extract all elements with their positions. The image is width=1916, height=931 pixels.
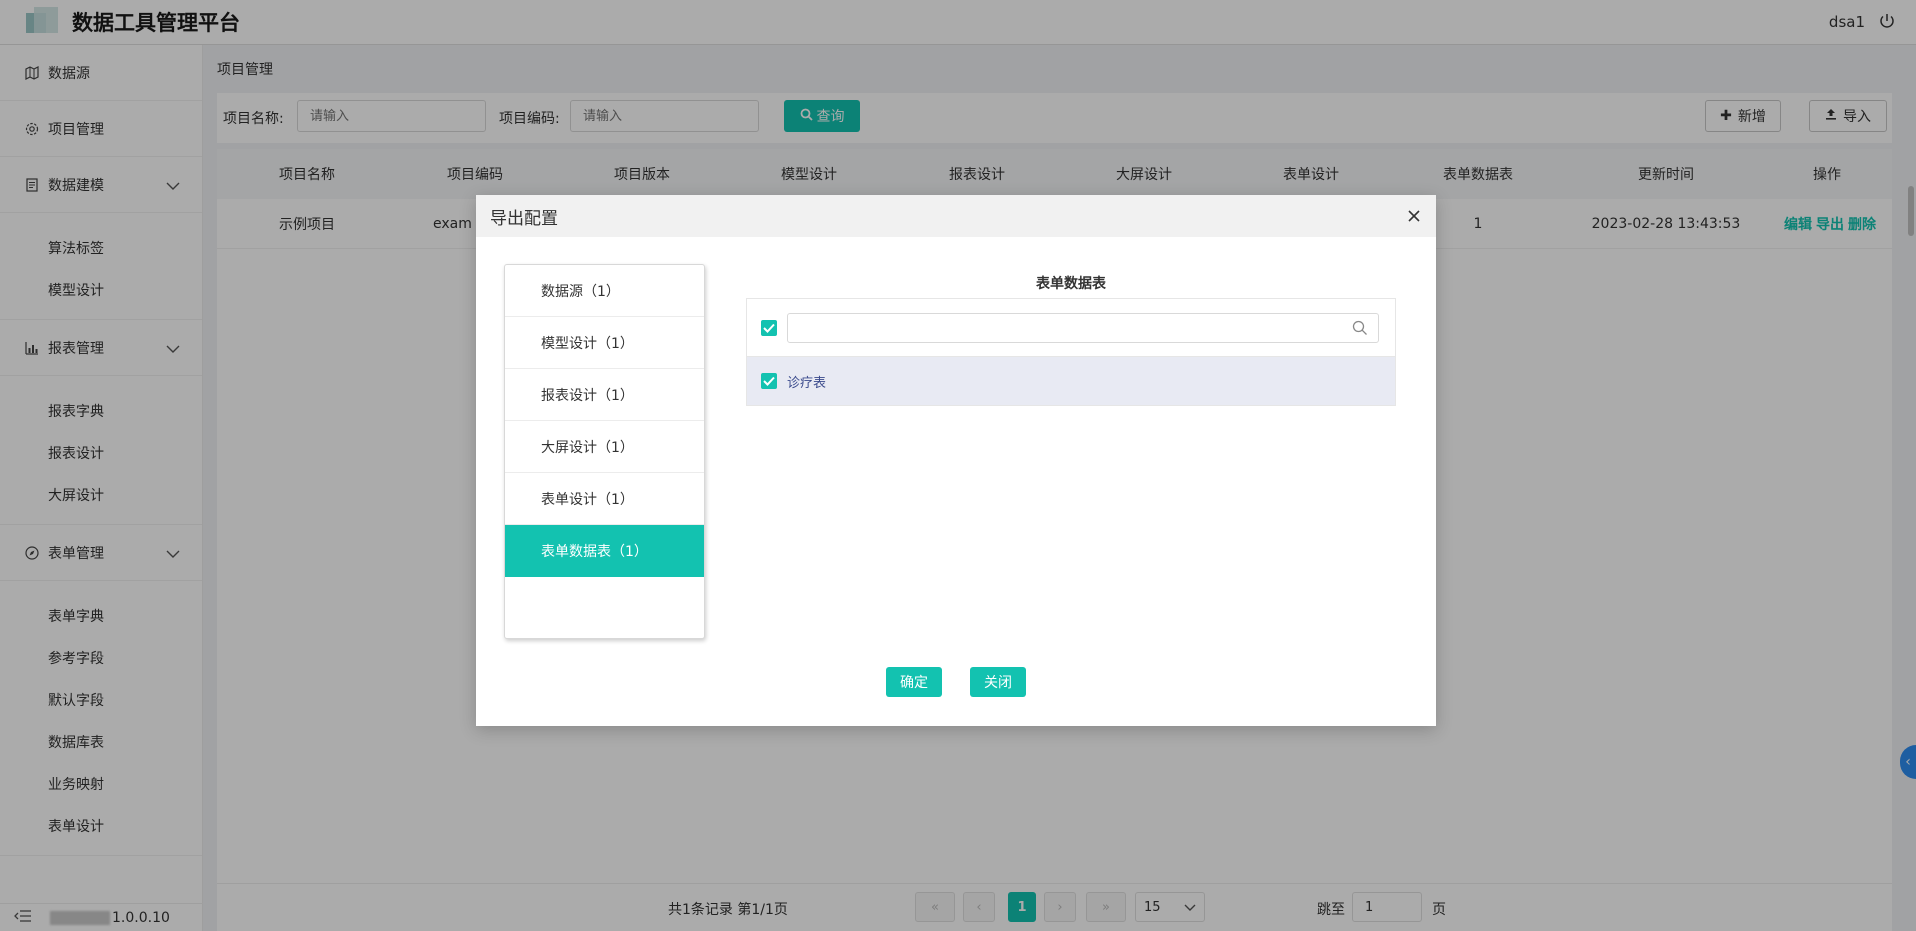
panel-title: 表单数据表: [1036, 276, 1106, 292]
export-config-dialog: 导出配置 数据源（1） 模型设计（1） 报表设计（1） 大屏设计（1） 表单设计…: [476, 195, 1436, 726]
export-category-list: 数据源（1） 模型设计（1） 报表设计（1） 大屏设计（1） 表单设计（1） 表…: [504, 264, 705, 639]
category-datasource[interactable]: 数据源（1）: [505, 265, 704, 317]
close-icon[interactable]: [1402, 204, 1426, 228]
category-report-design[interactable]: 报表设计（1）: [505, 369, 704, 421]
item-label: 诊疗表: [787, 375, 827, 391]
dialog-title: 导出配置: [490, 208, 558, 229]
select-all-checkbox[interactable]: [761, 319, 777, 336]
item-selection-panel: 诊疗表: [746, 298, 1396, 406]
dialog-header: 导出配置: [476, 195, 1436, 237]
list-item[interactable]: 诊疗表: [747, 357, 1395, 405]
item-checkbox[interactable]: [761, 373, 777, 389]
close-button[interactable]: 关闭: [970, 667, 1026, 697]
item-search-input[interactable]: [787, 312, 1379, 343]
category-model-design[interactable]: 模型设计（1）: [505, 317, 704, 369]
category-screen-design[interactable]: 大屏设计（1）: [505, 421, 704, 473]
category-form-data-table[interactable]: 表单数据表（1）: [505, 525, 704, 577]
category-form-design[interactable]: 表单设计（1）: [505, 473, 704, 525]
panel-search-row: [747, 299, 1395, 357]
search-icon[interactable]: [1352, 320, 1368, 340]
confirm-button[interactable]: 确定: [886, 667, 942, 697]
